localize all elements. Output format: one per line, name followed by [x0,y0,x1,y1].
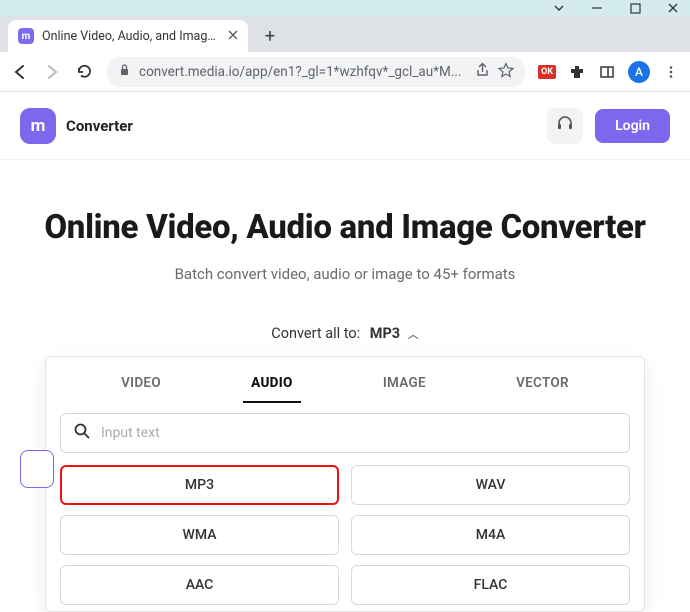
reload-button[interactable] [74,62,94,82]
extension-badge[interactable]: OK [538,65,556,79]
format-grid: MP3 WAV WMA M4A AAC FLAC [46,461,644,605]
browser-toolbar: convert.media.io/app/en1?_gl=1*wzhfqv*_g… [0,52,690,92]
app-name: Converter [66,117,133,135]
forward-button[interactable] [42,62,62,82]
format-search-input[interactable]: Input text [60,413,630,453]
hero-section: Online Video, Audio and Image Converter … [0,160,690,313]
window-titlebar [0,0,690,16]
tab-close-icon[interactable] [228,29,238,44]
convert-prefix: Convert all to: [271,325,360,342]
browser-tab[interactable]: m Online Video, Audio, and Image C [8,20,248,52]
format-dropdown-panel: VIDEO AUDIO IMAGE VECTOR Input text MP3 … [45,356,645,612]
browser-tabstrip: m Online Video, Audio, and Image C + [0,16,690,52]
app-logo-icon[interactable]: m [20,108,56,144]
app-header: m Converter Login [0,92,690,160]
address-bar[interactable]: convert.media.io/app/en1?_gl=1*wzhfqv*_g… [106,57,526,87]
tab-vector[interactable]: VECTOR [508,369,577,403]
page-subtitle: Batch convert video, audio or image to 4… [20,265,670,283]
favicon-icon: m [18,28,34,44]
convert-selected-format: MP3 [370,325,400,342]
tab-video[interactable]: VIDEO [113,369,169,403]
star-icon[interactable] [498,62,514,82]
menu-icon[interactable] [662,63,680,81]
convert-to-selector[interactable]: Convert all to: MP3 ︿ [0,325,690,342]
lock-icon [118,63,131,80]
format-category-tabs: VIDEO AUDIO IMAGE VECTOR [46,357,644,403]
search-placeholder: Input text [101,425,160,441]
extensions-icon[interactable] [568,63,586,81]
login-button[interactable]: Login [595,109,670,143]
search-icon [73,422,91,444]
page-title: Online Video, Audio and Image Converter [20,208,670,247]
maximize-icon[interactable] [628,1,642,15]
headset-icon [555,114,575,138]
format-option-aac[interactable]: AAC [60,565,339,605]
support-button[interactable] [547,108,583,144]
share-icon[interactable] [475,62,490,81]
choose-files-stub[interactable] [20,450,54,488]
format-option-mp3[interactable]: MP3 [60,465,339,505]
tab-image[interactable]: IMAGE [375,369,434,403]
back-button[interactable] [10,62,30,82]
new-tab-button[interactable]: + [256,22,284,50]
tab-audio[interactable]: AUDIO [243,369,301,403]
chevron-down-icon[interactable] [552,1,566,15]
format-option-flac[interactable]: FLAC [351,565,630,605]
format-option-wav[interactable]: WAV [351,465,630,505]
tab-title: Online Video, Audio, and Image C [42,29,220,44]
sidepanel-icon[interactable] [598,63,616,81]
profile-avatar[interactable]: A [628,61,650,83]
minimize-icon[interactable] [590,1,604,15]
close-icon[interactable] [666,1,680,15]
url-text: convert.media.io/app/en1?_gl=1*wzhfqv*_g… [139,64,467,80]
format-option-wma[interactable]: WMA [60,515,339,555]
format-option-m4a[interactable]: M4A [351,515,630,555]
chevron-up-icon: ︿ [408,328,419,341]
